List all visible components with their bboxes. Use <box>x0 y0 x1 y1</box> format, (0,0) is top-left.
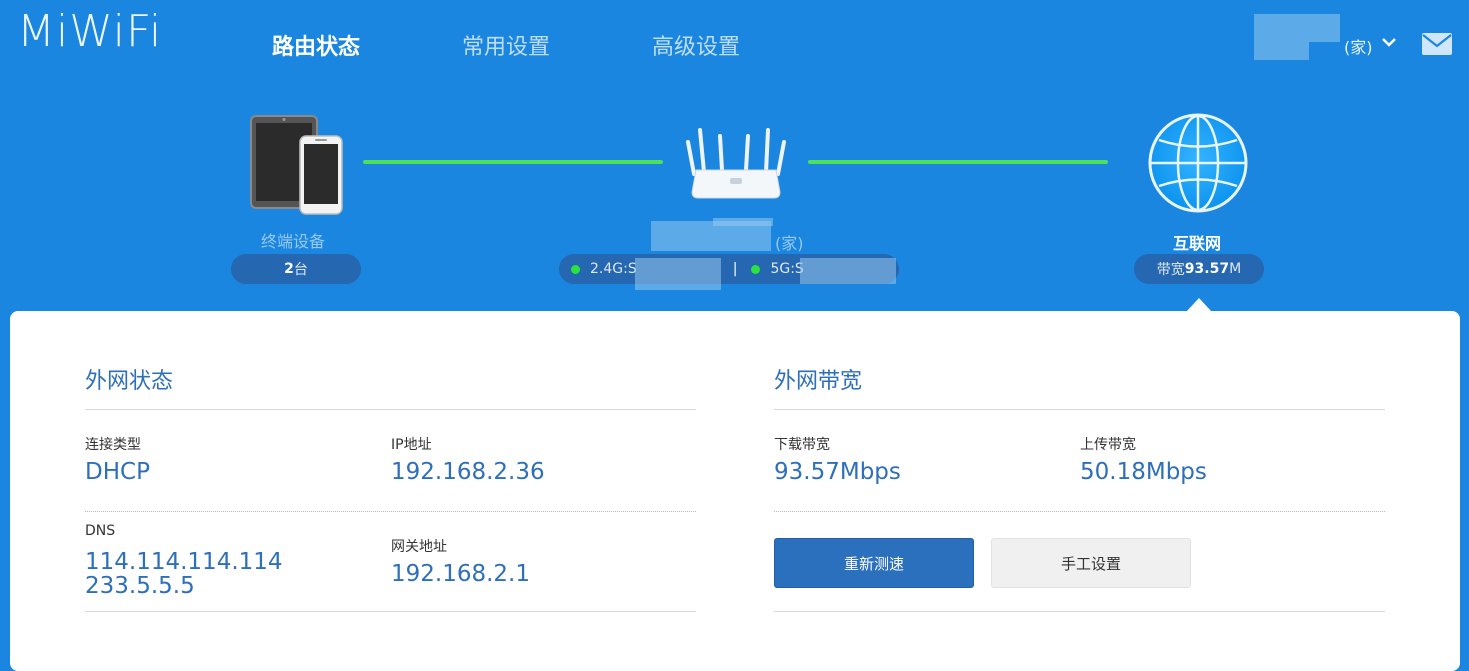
device-count-badge[interactable]: 2台 <box>231 254 361 284</box>
panel-pointer <box>1186 298 1212 312</box>
link-devices-router <box>363 160 663 164</box>
router-icon[interactable] <box>682 126 790 202</box>
upload-label: 上传带宽 <box>1080 437 1136 453</box>
redacted-router-name <box>1254 14 1340 60</box>
conn-type-label: 连接类型 <box>85 437 141 453</box>
divider <box>774 409 1385 410</box>
redacted-wifi-5-ssid <box>800 258 896 284</box>
router-name-suffix[interactable]: (家) <box>1344 34 1373 58</box>
mail-icon[interactable] <box>1422 33 1452 55</box>
ip-label: IP地址 <box>391 437 432 453</box>
divider <box>85 409 696 410</box>
device-count-unit: 台 <box>293 262 308 278</box>
wan-status-title: 外网状态 <box>85 369 174 394</box>
dns-primary: 114.114.114.114 <box>85 549 283 575</box>
redacted-block <box>713 218 773 226</box>
link-router-internet <box>808 160 1108 164</box>
tab-common-settings[interactable]: 常用设置 <box>462 29 550 61</box>
dns-secondary: 233.5.5.5 <box>85 573 195 599</box>
internet-bandwidth-badge[interactable]: 带宽 93.57 M <box>1134 254 1264 284</box>
divider <box>774 611 1385 612</box>
devices-label: 终端设备 <box>261 232 326 251</box>
miwifi-logo: MiWiFi <box>17 6 163 57</box>
bandwidth-unit: M <box>1229 261 1242 277</box>
devices-icon[interactable] <box>250 114 344 216</box>
dotted-divider <box>774 511 1385 512</box>
tab-advanced-settings[interactable]: 高级设置 <box>652 29 740 61</box>
wifi-24-status-dot <box>571 264 580 274</box>
dotted-divider <box>85 511 696 512</box>
globe-icon[interactable] <box>1148 113 1248 213</box>
tab-router-status[interactable]: 路由状态 <box>272 29 360 61</box>
wifi-5-ssid: 5G:S <box>770 261 804 277</box>
wifi-5-status-dot <box>751 264 761 274</box>
download-label: 下载带宽 <box>774 437 830 453</box>
divider <box>85 611 696 612</box>
retest-speed-button[interactable]: 重新测速 <box>774 538 974 588</box>
gateway-label: 网关地址 <box>391 539 447 555</box>
status-panel: 外网状态 连接类型 DHCP IP地址 192.168.2.36 DNS 114… <box>10 311 1460 671</box>
manual-settings-button[interactable]: 手工设置 <box>991 538 1191 588</box>
download-value: 93.57Mbps <box>774 459 901 485</box>
chevron-down-icon[interactable] <box>1381 36 1397 48</box>
upload-value: 50.18Mbps <box>1080 459 1207 485</box>
bandwidth-title: 外网带宽 <box>774 369 863 394</box>
internet-label: 互联网 <box>1173 234 1222 253</box>
wifi-24-ssid: 2.4G:S <box>590 261 637 277</box>
redacted-wifi-24-ssid <box>635 258 721 290</box>
dns-label: DNS <box>85 523 116 539</box>
ip-value: 192.168.2.36 <box>391 459 545 485</box>
wifi-separator: | <box>732 261 738 277</box>
conn-type-value: DHCP <box>85 459 150 485</box>
gateway-value: 192.168.2.1 <box>391 561 530 587</box>
bandwidth-value: 93.57 <box>1184 261 1230 277</box>
bandwidth-prefix: 带宽 <box>1156 262 1185 278</box>
device-count: 2 <box>284 261 294 277</box>
router-name-suffix-main: (家) <box>775 234 804 253</box>
